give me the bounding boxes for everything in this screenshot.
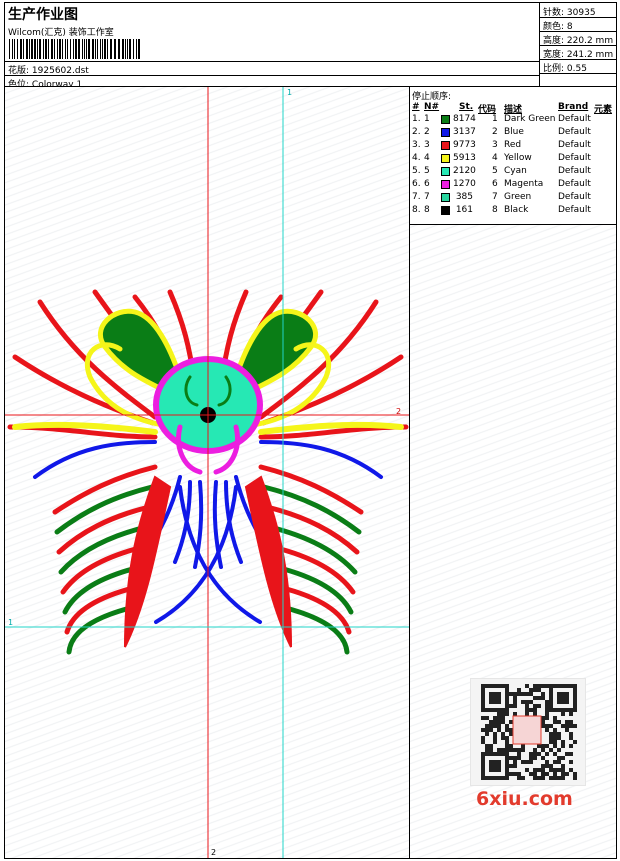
row-code: 1 bbox=[492, 114, 498, 124]
table-row: 1. 1 8174 1 Dark Green Default bbox=[410, 114, 616, 127]
row-code: 2 bbox=[492, 127, 498, 137]
row-description: Cyan bbox=[504, 166, 527, 176]
row-num: 2. bbox=[412, 127, 421, 137]
table-row: 8. 8 161 8 Black Default bbox=[410, 205, 616, 218]
qr-code-watermark bbox=[470, 678, 586, 786]
color-swatch bbox=[441, 141, 450, 150]
production-worksheet: 生产作业图 Wilcom(汇克) 装饰工作室 花版: 1925602.dst 色… bbox=[0, 0, 620, 861]
row-stitches: 161 bbox=[455, 205, 473, 215]
table-row: 6. 6 1270 6 Magenta Default bbox=[410, 179, 616, 192]
row-description: Magenta bbox=[504, 179, 544, 189]
divider bbox=[540, 17, 616, 18]
row-description: Black bbox=[504, 205, 529, 215]
row-brand: Default bbox=[558, 153, 591, 163]
row-code: 6 bbox=[492, 179, 498, 189]
cyan-horizontal-guide-label: 1 bbox=[8, 618, 14, 627]
watermark-site: 6xiu.com bbox=[476, 788, 573, 810]
row-code: 5 bbox=[492, 166, 498, 176]
row-stitches: 1270 bbox=[453, 179, 476, 189]
qr-code-icon bbox=[481, 684, 577, 780]
row-description: Green bbox=[504, 192, 532, 202]
row-needle: 4 bbox=[424, 153, 430, 163]
color-swatch bbox=[441, 115, 450, 124]
row-brand: Default bbox=[558, 179, 591, 189]
row-code: 8 bbox=[492, 205, 498, 215]
col-header-stitches: St. bbox=[459, 102, 474, 112]
stats-panel: 针数: 30935 颜色: 8 高度: 220.2 mm 宽度: 241.2 m… bbox=[539, 2, 617, 87]
table-row: 3. 3 9773 3 Red Default bbox=[410, 140, 616, 153]
row-brand: Default bbox=[558, 205, 591, 215]
divider bbox=[540, 59, 616, 60]
row-description: Blue bbox=[504, 127, 524, 137]
color-swatch bbox=[441, 128, 450, 137]
row-stitches: 3137 bbox=[453, 127, 476, 137]
row-description: Dark Green bbox=[504, 114, 556, 124]
row-code: 4 bbox=[492, 153, 498, 163]
table-row: 2. 2 3137 2 Blue Default bbox=[410, 127, 616, 140]
color-swatch bbox=[441, 180, 450, 189]
color-swatch bbox=[441, 193, 450, 202]
row-stitches: 5913 bbox=[453, 153, 476, 163]
divider bbox=[540, 45, 616, 46]
red-horizontal-guide-label: 2 bbox=[396, 407, 402, 416]
row-needle: 2 bbox=[424, 127, 430, 137]
row-needle: 6 bbox=[424, 179, 430, 189]
company-name: Wilcom(汇克) 装饰工作室 bbox=[8, 28, 114, 38]
row-stitches: 8174 bbox=[453, 114, 476, 124]
sheet-title: 生产作业图 bbox=[8, 7, 78, 23]
row-num: 7. bbox=[412, 192, 421, 202]
row-needle: 1 bbox=[424, 114, 430, 124]
row-description: Yellow bbox=[504, 153, 532, 163]
color-swatch bbox=[441, 206, 450, 215]
col-header-num: # bbox=[412, 102, 420, 112]
barcode bbox=[9, 39, 140, 59]
row-num: 3. bbox=[412, 140, 421, 150]
header-info-panel: 生产作业图 Wilcom(汇克) 装饰工作室 花版: 1925602.dst 色… bbox=[4, 2, 540, 90]
row-num: 4. bbox=[412, 153, 421, 163]
row-description: Red bbox=[504, 140, 522, 150]
color-swatch bbox=[441, 167, 450, 176]
row-brand: Default bbox=[558, 192, 591, 202]
table-row: 7. 7 385 7 Green Default bbox=[410, 192, 616, 205]
row-num: 1. bbox=[412, 114, 421, 124]
cyan-vertical-guide-label: 1 bbox=[287, 88, 293, 97]
divider bbox=[5, 61, 539, 62]
row-needle: 7 bbox=[424, 192, 430, 202]
row-brand: Default bbox=[558, 140, 591, 150]
table-row: 5. 5 2120 5 Cyan Default bbox=[410, 166, 616, 179]
col-header-brand: Brand bbox=[558, 102, 589, 112]
row-brand: Default bbox=[558, 166, 591, 176]
row-num: 8. bbox=[412, 205, 421, 215]
col-header-n: N# bbox=[424, 102, 440, 112]
row-code: 7 bbox=[492, 192, 498, 202]
row-num: 6. bbox=[412, 179, 421, 189]
stop-sequence-title: 停止顺序: bbox=[412, 92, 452, 102]
row-brand: Default bbox=[558, 114, 591, 124]
embroidery-design bbox=[5, 87, 409, 858]
design-preview: 2 2 1 1 bbox=[4, 86, 410, 859]
table-row: 4. 4 5913 4 Yellow Default bbox=[410, 153, 616, 166]
row-num: 5. bbox=[412, 166, 421, 176]
row-stitches: 2120 bbox=[453, 166, 476, 176]
red-vertical-guide-label: 2 bbox=[211, 848, 217, 857]
color-swatch bbox=[441, 154, 450, 163]
row-stitches: 9773 bbox=[453, 140, 476, 150]
row-stitches: 385 bbox=[455, 192, 473, 202]
row-needle: 5 bbox=[424, 166, 430, 176]
divider bbox=[540, 31, 616, 32]
divider bbox=[5, 75, 539, 76]
divider bbox=[540, 73, 616, 74]
row-needle: 8 bbox=[424, 205, 430, 215]
row-needle: 3 bbox=[424, 140, 430, 150]
row-code: 3 bbox=[492, 140, 498, 150]
row-brand: Default bbox=[558, 127, 591, 137]
stop-sequence-table: 停止顺序: # N# St. 代码 描述 Brand 元素 1. 1 8174 1 Da… bbox=[410, 87, 616, 225]
